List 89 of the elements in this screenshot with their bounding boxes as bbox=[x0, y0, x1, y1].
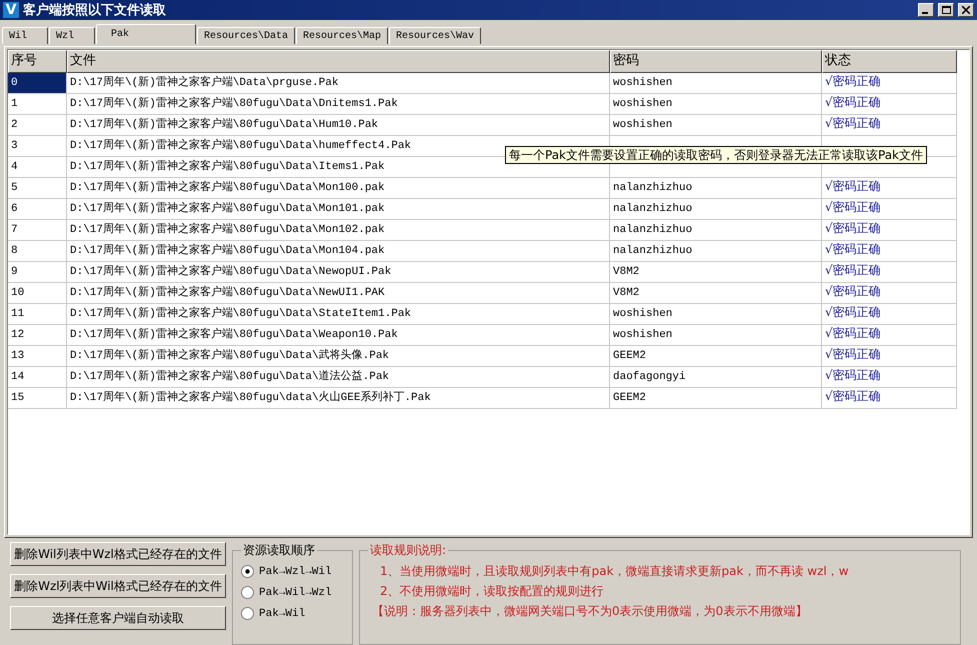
table-cell: 11 bbox=[8, 304, 67, 325]
rule-text: 2、不使用微端时，读取按配置的规则进行 bbox=[379, 583, 605, 600]
close-button[interactable] bbox=[958, 3, 974, 17]
tab[interactable]: Resources\Data bbox=[197, 27, 296, 44]
table-cell: 12 bbox=[8, 325, 67, 346]
status-cell: √密码正确 bbox=[822, 346, 957, 367]
group-title: 资源读取顺序 bbox=[242, 542, 316, 559]
tab[interactable]: Wzl bbox=[49, 27, 95, 44]
action-button[interactable]: 删除Wil列表中Wzl格式已经存在的文件 bbox=[10, 542, 226, 566]
table-cell: 7 bbox=[8, 220, 67, 241]
status-cell: √密码正确 bbox=[822, 94, 957, 115]
table-cell: woshishen bbox=[610, 94, 822, 115]
maximize-icon bbox=[942, 6, 950, 14]
table-cell: 4 bbox=[8, 157, 67, 178]
table-cell: D:\17周年\(新)雷神之家客户端\Data\prguse.Pak bbox=[67, 73, 610, 94]
column-header[interactable]: 密码 bbox=[610, 50, 822, 73]
table-cell: D:\17周年\(新)雷神之家客户端\80fugu\Data\NewopUI.Pak bbox=[67, 262, 610, 283]
table-cell: GEEM2 bbox=[610, 388, 822, 409]
status-cell: √密码正确 bbox=[822, 283, 957, 304]
table-cell: 8 bbox=[8, 241, 67, 262]
table-cell: D:\17周年\(新)雷神之家客户端\80fugu\Data\Dnitems1.Pak bbox=[67, 94, 610, 115]
status-cell: √密码正确 bbox=[822, 304, 957, 325]
table-cell: D:\17周年\(新)雷神之家客户端\80fugu\Data\Mon101.pak bbox=[67, 199, 610, 220]
table-cell: D:\17周年\(新)雷神之家客户端\80fugu\Data\道法公益.Pak bbox=[67, 367, 610, 388]
radio-icon[interactable] bbox=[241, 586, 254, 599]
table-cell: woshishen bbox=[610, 304, 822, 325]
tab[interactable]: Wil bbox=[2, 27, 48, 44]
table-cell: woshishen bbox=[610, 115, 822, 136]
column-header[interactable]: 序号 bbox=[8, 50, 67, 73]
table-cell: D:\17周年\(新)雷神之家客户端\80fugu\Data\NewUI1.PAK bbox=[67, 283, 610, 304]
table-cell: GEEM2 bbox=[610, 346, 822, 367]
table-cell: D:\17周年\(新)雷神之家客户端\80fugu\Data\Mon104.pak bbox=[67, 241, 610, 262]
radio-option[interactable]: Pak→Wil→Wzl bbox=[241, 582, 344, 603]
group-title: 读取规则说明: bbox=[369, 542, 448, 559]
action-button[interactable]: 选择任意客户端自动读取 bbox=[10, 606, 226, 630]
table-cell: D:\17周年\(新)雷神之家客户端\80fugu\Data\Weapon10.Pak bbox=[67, 325, 610, 346]
table-cell: V8M2 bbox=[610, 283, 822, 304]
table-cell: 13 bbox=[8, 346, 67, 367]
rule-text: 【说明：服务器列表中，微端网关端口号不为0表示使用微端，为0表示不用微端】 bbox=[371, 603, 808, 620]
radio-icon[interactable] bbox=[241, 607, 254, 620]
rule-text: 1、当使用微端时，且读取规则列表中有pak，微端直接请求更新pak，而不再读 wzl，w bbox=[379, 563, 850, 580]
table-cell: nalanzhizhuo bbox=[610, 199, 822, 220]
minimize-button[interactable] bbox=[918, 3, 934, 17]
table-cell: 14 bbox=[8, 367, 67, 388]
status-cell: √密码正确 bbox=[822, 220, 957, 241]
radio-option[interactable]: Pak→Wil bbox=[241, 603, 344, 624]
status-cell: √密码正确 bbox=[822, 199, 957, 220]
status-cell: √密码正确 bbox=[822, 262, 957, 283]
table-cell: 6 bbox=[8, 199, 67, 220]
table-cell: nalanzhizhuo bbox=[610, 178, 822, 199]
status-cell: √密码正确 bbox=[822, 115, 957, 136]
table-cell: 0 bbox=[8, 73, 67, 94]
app-icon: V bbox=[3, 2, 19, 18]
status-cell: √密码正确 bbox=[822, 388, 957, 409]
status-cell: √密码正确 bbox=[822, 367, 957, 388]
action-button[interactable]: 删除Wzl列表中Wil格式已经存在的文件 bbox=[10, 574, 226, 598]
tab[interactable]: Pak bbox=[96, 24, 196, 44]
table-cell: V8M2 bbox=[610, 262, 822, 283]
table-cell: D:\17周年\(新)雷神之家客户端\80fugu\Data\Hum10.Pak bbox=[67, 115, 610, 136]
radio-option[interactable]: Pak→Wzl→Wil bbox=[241, 561, 344, 582]
table-cell: 2 bbox=[8, 115, 67, 136]
table-cell: D:\17周年\(新)雷神之家客户端\80fugu\data\火山GEE系列补丁.Pak bbox=[67, 388, 610, 409]
table-cell: 1 bbox=[8, 94, 67, 115]
window-title: 客户端按照以下文件读取 bbox=[23, 2, 167, 19]
table-cell: 9 bbox=[8, 262, 67, 283]
table-cell: D:\17周年\(新)雷神之家客户端\80fugu\Data\StateItem1.Pak bbox=[67, 304, 610, 325]
table-cell: 3 bbox=[8, 136, 67, 157]
table-cell: nalanzhizhuo bbox=[610, 241, 822, 262]
status-cell: √密码正确 bbox=[822, 241, 957, 262]
table-cell: D:\17周年\(新)雷神之家客户端\80fugu\Data\武将头像.Pak bbox=[67, 346, 610, 367]
tab[interactable]: Resources\Wav bbox=[389, 27, 482, 44]
status-cell: √密码正确 bbox=[822, 325, 957, 346]
tab[interactable]: Resources\Map bbox=[296, 27, 388, 44]
table-cell: 10 bbox=[8, 283, 67, 304]
column-header[interactable]: 文件 bbox=[67, 50, 610, 73]
table-cell: 5 bbox=[8, 178, 67, 199]
status-cell: √密码正确 bbox=[822, 178, 957, 199]
status-cell: √密码正确 bbox=[822, 73, 957, 94]
table-cell: nalanzhizhuo bbox=[610, 220, 822, 241]
radio-icon[interactable] bbox=[241, 565, 254, 578]
table-cell: 15 bbox=[8, 388, 67, 409]
table-cell: D:\17周年\(新)雷神之家客户端\80fugu\Data\Mon100.pak bbox=[67, 178, 610, 199]
maximize-button[interactable] bbox=[938, 3, 954, 17]
column-header[interactable]: 状态 bbox=[822, 50, 957, 73]
close-icon bbox=[962, 6, 970, 14]
table-cell: daofagongyi bbox=[610, 367, 822, 388]
table-cell: woshishen bbox=[610, 73, 822, 94]
table-cell: D:\17周年\(新)雷神之家客户端\80fugu\Data\Mon102.pak bbox=[67, 220, 610, 241]
table-cell: woshishen bbox=[610, 325, 822, 346]
